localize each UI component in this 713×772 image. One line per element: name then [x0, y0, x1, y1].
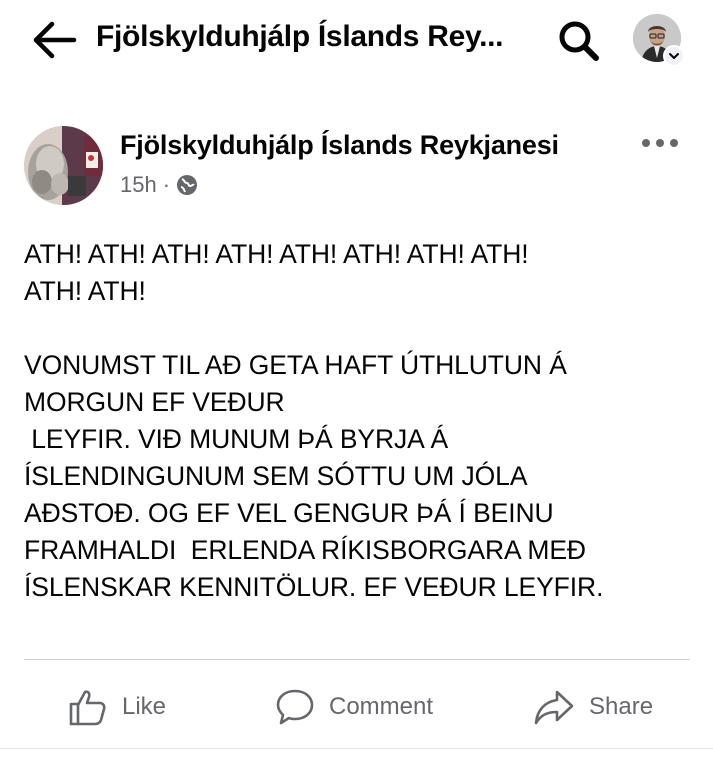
page-profile-photo: [24, 126, 103, 205]
more-horizontal-icon: [642, 139, 678, 147]
comment-icon: [276, 689, 314, 725]
page-title: Fjölskylduhjálp Íslands Rey...: [96, 20, 504, 53]
meta-separator: ·: [162, 172, 171, 197]
post-meta: 15h ·: [120, 172, 198, 198]
search-button[interactable]: [556, 18, 602, 64]
share-label: Share: [589, 693, 654, 720]
like-button[interactable]: Like: [68, 672, 166, 742]
divider: [24, 659, 690, 660]
top-bar: Fjölskylduhjálp Íslands Rey...: [0, 0, 713, 80]
post-page-name[interactable]: Fjölskylduhjálp Íslands Reykjanesi: [120, 130, 559, 161]
globe-icon: [177, 175, 198, 195]
chevron-down-icon: [669, 53, 679, 59]
arrow-left-icon: [33, 21, 77, 59]
bottom-divider: [0, 748, 713, 749]
account-menu-button[interactable]: [663, 45, 685, 67]
post-time[interactable]: 15h: [120, 172, 157, 198]
share-icon: [534, 690, 574, 725]
page-avatar[interactable]: [24, 126, 103, 205]
share-button[interactable]: Share: [533, 672, 653, 742]
post-actions: Like Comment Share: [0, 672, 713, 742]
post-more-button[interactable]: [638, 128, 682, 158]
back-button[interactable]: [30, 18, 78, 62]
post-text: ATH! ATH! ATH! ATH! ATH! ATH! ATH! ATH! …: [24, 239, 604, 602]
like-icon: [69, 690, 106, 726]
like-label: Like: [122, 693, 167, 720]
comment-button[interactable]: Comment: [275, 672, 433, 742]
search-icon: [559, 21, 599, 61]
comment-label: Comment: [329, 693, 434, 720]
